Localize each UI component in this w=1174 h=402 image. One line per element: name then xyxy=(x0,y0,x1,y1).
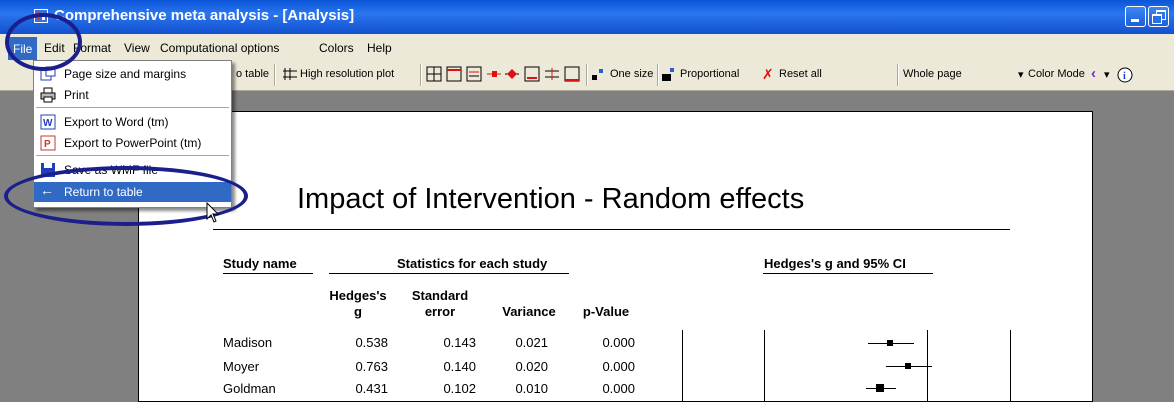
table-cell-var: 0.020 xyxy=(515,359,548,374)
menu-item-print[interactable]: Print xyxy=(34,85,231,105)
high-res-plot-button[interactable]: High resolution plot xyxy=(300,68,394,80)
dropdown-arrow-icon[interactable]: ▾ xyxy=(1018,68,1024,81)
effect-point xyxy=(876,384,884,392)
info-icon[interactable]: i xyxy=(1116,66,1133,83)
printer-icon xyxy=(40,87,56,103)
chevron-left-icon[interactable]: ‹ xyxy=(1091,65,1096,82)
menu-item-export-powerpoint[interactable]: P Export to PowerPoint (tm) xyxy=(34,133,231,153)
menu-help[interactable]: Help xyxy=(367,41,392,55)
dropdown-arrow-icon[interactable]: ▾ xyxy=(1104,68,1110,81)
bottom-border-icon[interactable] xyxy=(524,66,540,82)
window-title: Comprehensive meta analysis - [Analysis] xyxy=(54,7,355,24)
one-size-button[interactable]: One size xyxy=(610,68,653,80)
svg-text:i: i xyxy=(1123,71,1126,82)
table-row-study: Madison xyxy=(223,335,273,350)
report-title: Impact of Intervention - Random effects xyxy=(297,183,805,215)
plot-axis-line xyxy=(682,330,683,402)
divider xyxy=(223,273,313,274)
proportional-icon xyxy=(660,66,676,82)
svg-text:W: W xyxy=(43,118,53,129)
divider xyxy=(213,229,1010,230)
whole-page-select[interactable]: Whole page xyxy=(903,68,962,80)
table-cell-p: 0.000 xyxy=(602,381,635,396)
minimize-button[interactable] xyxy=(1125,6,1146,27)
proportional-button[interactable]: Proportional xyxy=(680,68,739,80)
spacing-icon[interactable] xyxy=(544,66,560,82)
table-cell-se: 0.140 xyxy=(443,359,476,374)
menu-separator xyxy=(36,155,229,156)
menu-view[interactable]: View xyxy=(124,41,150,55)
layout-icon[interactable] xyxy=(426,66,442,82)
powerpoint-icon: P xyxy=(40,135,56,151)
divider xyxy=(329,273,569,274)
frame-icon[interactable] xyxy=(564,66,580,82)
menu-item-export-word[interactable]: W Export to Word (tm) xyxy=(34,112,231,132)
table-cell-se: 0.143 xyxy=(443,335,476,350)
top-border-icon[interactable] xyxy=(446,66,462,82)
annotation-circle xyxy=(5,13,82,71)
table-cell-g: 0.538 xyxy=(355,335,388,350)
divider xyxy=(763,273,933,274)
table-cell-var: 0.010 xyxy=(515,381,548,396)
study-name-header: Study name xyxy=(223,256,297,271)
svg-text:P: P xyxy=(44,139,51,150)
one-size-icon xyxy=(590,66,606,82)
word-icon: W xyxy=(40,114,56,130)
table-row-study: Moyer xyxy=(223,359,260,374)
plot-axis-line xyxy=(1010,330,1011,402)
table-cell-se: 0.102 xyxy=(443,381,476,396)
menu-item-page-size[interactable]: Page size and margins xyxy=(34,64,231,84)
table-cell-g: 0.431 xyxy=(355,381,388,396)
ci-header: Hedges's g and 95% CI xyxy=(764,256,906,271)
diamond-icon[interactable] xyxy=(504,66,520,82)
mouse-cursor-icon xyxy=(206,201,220,224)
table-cell-g: 0.763 xyxy=(355,359,388,374)
table-cell-var: 0.021 xyxy=(515,335,548,350)
menu-bar: File Edit Format View Computational opti… xyxy=(0,34,1174,61)
table-button[interactable]: o table xyxy=(236,68,269,80)
col-variance: Variance xyxy=(502,304,556,319)
table-row-study: Goldman xyxy=(223,381,276,396)
table-cell-p: 0.000 xyxy=(602,359,635,374)
title-bar: Comprehensive meta analysis - [Analysis] xyxy=(0,0,1174,34)
col-p-value: p-Value xyxy=(582,304,630,319)
menu-computational-options[interactable]: Computational options xyxy=(160,41,279,55)
plot-axis-line xyxy=(764,330,765,402)
menu-colors[interactable]: Colors xyxy=(319,41,354,55)
stats-header: Statistics for each study xyxy=(397,256,548,271)
close-icon: ✗ xyxy=(762,67,774,83)
table-cell-p: 0.000 xyxy=(602,335,635,350)
color-mode-button[interactable]: Color Mode xyxy=(1028,68,1085,80)
col-standard-error: Standard error xyxy=(411,288,469,319)
restore-button[interactable] xyxy=(1148,6,1169,27)
effect-point xyxy=(905,363,911,369)
col-hedges-g: Hedges's g xyxy=(329,288,387,319)
reset-all-button[interactable]: Reset all xyxy=(779,68,822,80)
menu-separator xyxy=(36,107,229,108)
point-icon[interactable] xyxy=(486,66,502,82)
high-res-plot-icon xyxy=(282,66,298,82)
effect-point xyxy=(887,340,893,346)
rows-icon[interactable] xyxy=(466,66,482,82)
